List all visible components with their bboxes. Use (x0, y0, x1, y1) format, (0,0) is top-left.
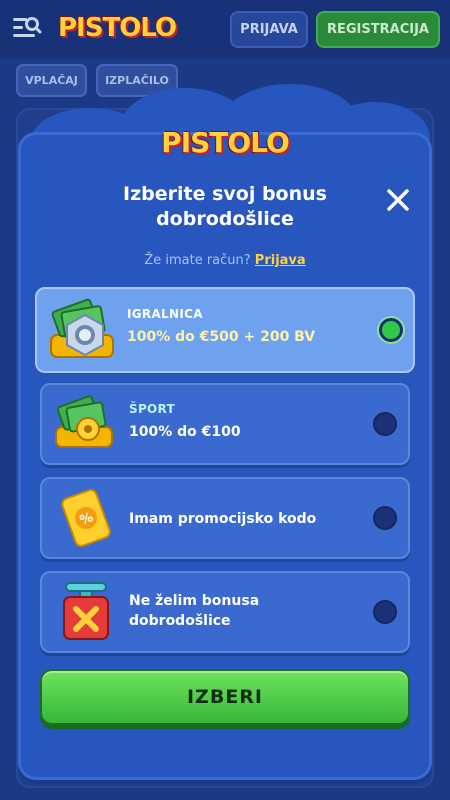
bonus-option-casino[interactable]: IGRALNICA 100% do €500 + 200 BV (35, 287, 415, 373)
promo-ticket-icon: % (58, 487, 114, 553)
option-value: Imam promocijsko kodo (129, 511, 317, 527)
cash-ball-icon (52, 391, 118, 461)
bonus-option-sport[interactable]: ŠPORT 100% do €100 (40, 383, 410, 465)
choose-button[interactable]: IZBERI (40, 669, 410, 725)
radio-unselected[interactable] (373, 412, 397, 436)
option-value: Ne želim bonusa dobrodošlice (129, 593, 260, 629)
modal-title: Izberite svoj bonus dobrodošlice (123, 183, 327, 230)
bonus-option-no-bonus[interactable]: Ne želim bonusa dobrodošlice (40, 571, 410, 653)
radio-unselected[interactable] (373, 600, 397, 624)
login-prompt-text: Že imate račun? (144, 253, 251, 268)
bonus-option-promo-code[interactable]: % Imam promocijsko kodo (40, 477, 410, 559)
modal-logo: PISTOLO (161, 126, 290, 159)
option-label: ŠPORT (129, 402, 176, 416)
cash-chest-icon (45, 295, 119, 369)
red-box-icon (58, 579, 114, 649)
login-link[interactable]: Prijava (255, 253, 306, 268)
option-value: 100% do €100 (129, 424, 241, 440)
close-icon[interactable] (384, 186, 412, 214)
option-text: ŠPORT 100% do €100 (129, 402, 241, 440)
option-text: IGRALNICA 100% do €500 + 200 BV (127, 307, 315, 345)
radio-selected[interactable] (379, 318, 403, 342)
option-value: 100% do €500 + 200 BV (127, 329, 316, 345)
radio-unselected[interactable] (373, 506, 397, 530)
option-label: IGRALNICA (127, 307, 203, 321)
login-prompt: Že imate račun? Prijava (0, 253, 450, 268)
